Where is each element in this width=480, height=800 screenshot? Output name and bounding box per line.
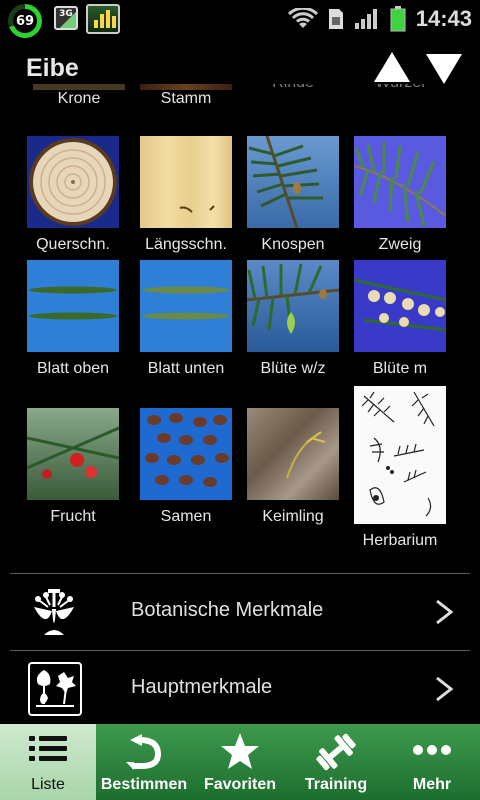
zweig-image — [354, 136, 446, 228]
bluete-wz-image — [247, 260, 339, 352]
grid-item-frucht[interactable]: Frucht — [19, 408, 127, 526]
list-icon — [29, 736, 67, 761]
grid-item-herbarium[interactable]: Herbarium — [346, 386, 454, 550]
bluete-m-image — [354, 260, 446, 352]
tab-training[interactable]: Training — [288, 724, 384, 800]
sim-card-icon — [328, 9, 343, 29]
grid-item-laengsschnitt[interactable]: Längsschn. — [132, 136, 240, 254]
grid-item-knospen[interactable]: Knospen — [239, 136, 347, 254]
chevron-right-icon — [436, 676, 454, 702]
battery-level-indicator: 69 — [8, 4, 42, 38]
divider — [10, 573, 470, 574]
network-3g-icon: 3G — [54, 6, 78, 30]
tab-favoriten[interactable]: Favoriten — [192, 724, 288, 800]
grid-item-wurzel[interactable]: Wurzel — [346, 84, 454, 91]
frucht-image — [27, 408, 119, 500]
signal-strength-icon — [354, 9, 377, 29]
list-item-label: Botanische Merkmale — [131, 599, 324, 621]
list-item-botanische-merkmale[interactable]: Botanische Merkmale — [0, 575, 480, 649]
chevron-right-icon — [436, 599, 454, 625]
herbarium-image — [354, 386, 446, 524]
status-bar: 69 3G 14:43 — [0, 0, 480, 38]
grid-item-krone[interactable]: Krone — [25, 84, 133, 108]
krone-image — [33, 84, 125, 90]
next-species-button[interactable] — [424, 50, 464, 86]
grid-item-zweig[interactable]: Zweig — [346, 136, 454, 254]
tab-mehr[interactable]: Mehr — [384, 724, 480, 800]
tab-liste[interactable]: Liste — [0, 724, 96, 800]
grid-item-querschnitt[interactable]: Querschn. — [19, 136, 127, 254]
image-grid: Krone Stamm Rinde Wurzel Querschn. — [0, 84, 480, 564]
grid-item-bluete-wz[interactable]: Blüte w/z — [239, 260, 347, 378]
clock: 14:43 — [415, 6, 472, 31]
arrow-up-icon — [374, 52, 410, 82]
arrow-down-icon — [426, 54, 462, 84]
list-item-hauptmerkmale[interactable]: Hauptmerkmale — [0, 652, 480, 726]
wifi-icon — [287, 8, 318, 28]
laengsschnitt-image — [140, 136, 232, 228]
grid-item-bluete-m[interactable]: Blüte m — [346, 260, 454, 378]
bottom-tab-bar: Liste Bestimmen Favoriten Training Mehr — [0, 724, 480, 800]
divider — [10, 650, 470, 651]
leaves-icon — [28, 662, 82, 716]
previous-species-button[interactable] — [372, 50, 412, 86]
app-notification-icon — [86, 4, 120, 34]
dumbbell-icon — [316, 733, 356, 771]
flower-diagram-icon — [26, 585, 82, 639]
battery-percent: 69 — [13, 9, 37, 33]
page-title: Eibe — [26, 54, 79, 82]
battery-icon — [390, 6, 406, 32]
tab-bestimmen[interactable]: Bestimmen — [96, 724, 192, 800]
blatt-oben-image — [27, 260, 119, 352]
keimling-image — [247, 408, 339, 500]
grid-item-keimling[interactable]: Keimling — [239, 408, 347, 526]
knospen-image — [247, 136, 339, 228]
return-arrow-icon — [126, 734, 162, 770]
grid-item-blatt-oben[interactable]: Blatt oben — [19, 260, 127, 378]
star-icon — [221, 733, 259, 769]
more-dots-icon — [413, 745, 451, 755]
grid-item-stamm[interactable]: Stamm — [132, 84, 240, 108]
grid-item-blatt-unten[interactable]: Blatt unten — [132, 260, 240, 378]
blatt-unten-image — [140, 260, 232, 352]
stamm-image — [140, 84, 232, 90]
grid-item-samen[interactable]: Samen — [132, 408, 240, 526]
samen-image — [140, 408, 232, 500]
list-item-label: Hauptmerkmale — [131, 676, 273, 698]
grid-item-rinde[interactable]: Rinde — [239, 84, 347, 91]
querschnitt-image — [27, 136, 119, 228]
